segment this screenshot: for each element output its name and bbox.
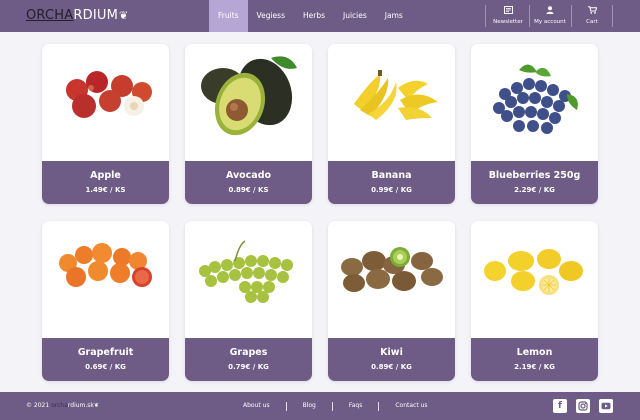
- product-price: 1.49€ / KS: [85, 186, 126, 194]
- product-card-grapes[interactable]: Grapes 0.79€ / KG: [185, 221, 312, 381]
- product-name: Kiwi: [380, 347, 403, 358]
- product-price: 2.19€ / KG: [514, 363, 555, 371]
- product-info: Kiwi 0.89€ / KG: [328, 338, 455, 381]
- grapes-image: [185, 221, 312, 338]
- footer-link-faqs[interactable]: Faqs: [341, 402, 371, 411]
- product-price: 0.89€ / KS: [228, 186, 269, 194]
- kiwi-image: [328, 221, 455, 338]
- avocado-image: [185, 44, 312, 161]
- blueberries-image: [471, 44, 598, 161]
- product-name: Grapefruit: [77, 347, 134, 358]
- product-price: 0.99€ / KG: [371, 186, 412, 194]
- nav-juicies[interactable]: Juicies: [334, 0, 376, 32]
- product-info: Apple 1.49€ / KS: [42, 161, 169, 204]
- nav-herbs[interactable]: Herbs: [294, 0, 334, 32]
- product-price: 2.29€ / KG: [514, 186, 555, 194]
- nav-fruits[interactable]: Fruits: [209, 0, 248, 32]
- copyright: © 2021 orchardium.sk❦: [26, 402, 99, 410]
- product-name: Lemon: [516, 347, 553, 358]
- product-card-banana[interactable]: Banana 0.99€ / KG: [328, 44, 455, 204]
- product-card-grapefruit[interactable]: Grapefruit 0.69€ / KG: [42, 221, 169, 381]
- product-price: 0.79€ / KG: [228, 363, 269, 371]
- product-info: Avocado 0.89€ / KS: [185, 161, 312, 204]
- footer-divider: [378, 402, 380, 411]
- banana-image: [328, 44, 455, 161]
- user-icon: [546, 4, 554, 16]
- header-divider: [571, 5, 572, 27]
- footer-link-contact[interactable]: Contact us: [387, 402, 435, 411]
- product-price: 0.69€ / KG: [85, 363, 126, 371]
- product-name: Blueberries 250g: [488, 170, 581, 181]
- youtube-icon[interactable]: [599, 399, 613, 413]
- copyright-brand-dim: orcha: [51, 402, 68, 409]
- product-card-avocado[interactable]: Avocado 0.89€ / KS: [185, 44, 312, 204]
- footer-divider: [285, 402, 287, 411]
- lemon-image: [471, 221, 598, 338]
- logo-text-light: RDIUM: [73, 8, 118, 23]
- cart-icon: [587, 4, 597, 16]
- site-footer: © 2021 orchardium.sk❦ About us Blog Faqs…: [0, 392, 640, 420]
- header-divider: [612, 5, 613, 27]
- site-header: ORCHARDIUM❦ Fruits Vegiess Herbs Juicies…: [0, 0, 640, 32]
- newspaper-icon: [503, 4, 513, 16]
- product-price: 0.89€ / KG: [371, 363, 412, 371]
- instagram-icon[interactable]: [576, 399, 590, 413]
- site-logo[interactable]: ORCHARDIUM❦: [26, 8, 128, 24]
- copyright-suffix: rdium.sk: [67, 402, 94, 409]
- product-name: Avocado: [225, 170, 272, 181]
- product-grid: Apple 1.49€ / KS Avocado 0.89€ / KS Bana…: [42, 44, 598, 384]
- product-info: Banana 0.99€ / KG: [328, 161, 455, 204]
- product-name: Banana: [371, 170, 412, 181]
- main-nav: Fruits Vegiess Herbs Juicies Jams: [209, 0, 412, 32]
- footer-link-blog[interactable]: Blog: [295, 402, 324, 411]
- newsletter-label: Newsletter: [493, 19, 523, 25]
- nav-vegiess[interactable]: Vegiess: [248, 0, 294, 32]
- product-info: Grapes 0.79€ / KG: [185, 338, 312, 381]
- grapefruit-image: [42, 221, 169, 338]
- product-info: Lemon 2.19€ / KG: [471, 338, 598, 381]
- leaf-icon: ❦: [93, 402, 99, 409]
- leaf-icon: ❦: [118, 9, 129, 22]
- product-card-kiwi[interactable]: Kiwi 0.89€ / KG: [328, 221, 455, 381]
- header-divider: [529, 5, 530, 27]
- product-info: Blueberries 250g 2.29€ / KG: [471, 161, 598, 204]
- newsletter-button[interactable]: Newsletter: [488, 4, 528, 28]
- apple-image: [42, 44, 169, 161]
- product-card-lemon[interactable]: Lemon 2.19€ / KG: [471, 221, 598, 381]
- product-info: Grapefruit 0.69€ / KG: [42, 338, 169, 381]
- product-name: Grapes: [229, 347, 268, 358]
- cart-label: Cart: [586, 19, 598, 25]
- copyright-prefix: © 2021: [26, 402, 50, 409]
- my-account-button[interactable]: My account: [531, 4, 569, 28]
- facebook-icon[interactable]: f: [553, 399, 567, 413]
- product-name: Apple: [90, 170, 121, 181]
- footer-link-about[interactable]: About us: [235, 402, 278, 411]
- product-card-apple[interactable]: Apple 1.49€ / KS: [42, 44, 169, 204]
- footer-divider: [331, 402, 333, 411]
- product-card-blueberries[interactable]: Blueberries 250g 2.29€ / KG: [471, 44, 598, 204]
- footer-links: About us Blog Faqs Contact us: [235, 402, 436, 411]
- nav-jams[interactable]: Jams: [376, 0, 412, 32]
- cart-button[interactable]: Cart: [574, 4, 610, 28]
- header-divider: [485, 5, 486, 27]
- logo-text-dark: ORCHA: [26, 8, 74, 23]
- my-account-label: My account: [534, 19, 566, 25]
